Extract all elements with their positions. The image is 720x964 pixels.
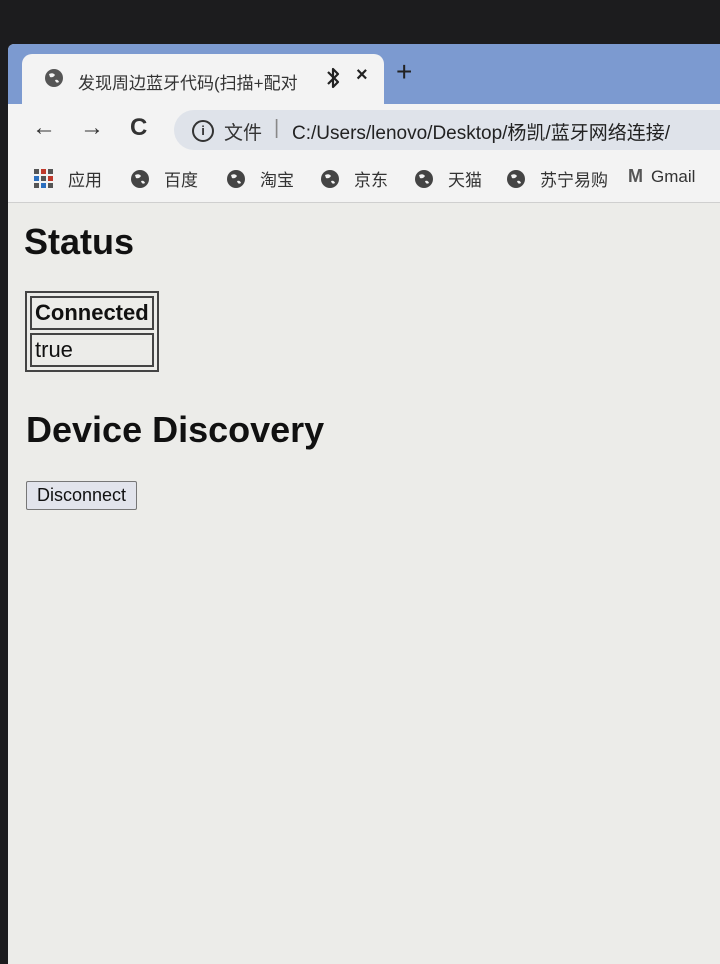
status-table: Connected true xyxy=(25,291,159,372)
bookmark-label: 淘宝 xyxy=(260,171,294,190)
bookmark-jd[interactable]: 京东 xyxy=(320,166,388,191)
info-icon[interactable]: i xyxy=(192,120,214,142)
page-content: Status Connected true Device Discovery D… xyxy=(8,203,720,964)
globe-icon xyxy=(131,169,149,188)
tab-close-icon[interactable]: × xyxy=(356,64,368,87)
bluetooth-icon xyxy=(327,67,340,89)
new-tab-button[interactable]: + xyxy=(396,58,412,86)
bookmark-tmall[interactable]: 天猫 xyxy=(414,166,482,191)
globe-icon xyxy=(507,169,525,188)
forward-button[interactable]: → xyxy=(80,114,104,142)
bookmark-apps[interactable]: 应用 xyxy=(34,166,102,191)
toolbar: ← → C i 文件 | C:/Users/lenovo/Desktop/杨凯/… xyxy=(8,104,720,156)
bookmarks-bar: 应用 百度 淘宝 京东 天猫 苏宁易购 M Gmail xyxy=(8,156,720,203)
globe-icon xyxy=(227,169,245,188)
globe-icon xyxy=(415,169,433,188)
scheme-label: 文件 xyxy=(224,123,263,144)
url-text[interactable]: C:/Users/lenovo/Desktop/杨凯/蓝牙网络连接/ xyxy=(292,118,670,145)
reload-button[interactable]: C xyxy=(130,114,147,142)
connected-header: Connected xyxy=(30,296,154,330)
globe-icon xyxy=(321,169,339,188)
browser-window: 发现周边蓝牙代码(扫描+配对 × + ← → C i 文件 | C:/Users… xyxy=(8,44,720,964)
address-bar[interactable]: i 文件 | C:/Users/lenovo/Desktop/杨凯/蓝牙网络连接… xyxy=(174,110,720,150)
apps-grid-icon xyxy=(34,168,54,189)
table-row: true xyxy=(30,333,154,367)
bookmark-label: 天猫 xyxy=(448,171,482,190)
bookmark-suning[interactable]: 苏宁易购 xyxy=(506,166,608,191)
bookmark-baidu[interactable]: 百度 xyxy=(130,166,198,191)
bookmark-label: 苏宁易购 xyxy=(540,171,608,190)
connected-value: true xyxy=(30,333,154,367)
bookmark-taobao[interactable]: 淘宝 xyxy=(226,166,294,191)
bookmark-label: Gmail xyxy=(651,166,696,186)
device-discovery-heading: Device Discovery xyxy=(26,409,325,450)
back-button[interactable]: ← xyxy=(32,114,56,142)
tab-title: 发现周边蓝牙代码(扫描+配对 xyxy=(78,74,298,93)
globe-icon xyxy=(45,69,63,87)
bookmark-label: 京东 xyxy=(354,171,388,190)
bookmark-label: 百度 xyxy=(164,171,198,190)
status-heading: Status xyxy=(24,221,135,262)
table-row: Connected xyxy=(30,296,154,330)
tab-active[interactable]: 发现周边蓝牙代码(扫描+配对 × xyxy=(22,54,384,104)
scheme-separator: | xyxy=(274,117,280,139)
tab-strip: 发现周边蓝牙代码(扫描+配对 × + xyxy=(8,44,720,104)
gmail-icon: M xyxy=(628,166,643,186)
bookmark-gmail[interactable]: M Gmail xyxy=(628,166,695,187)
disconnect-button[interactable]: Disconnect xyxy=(26,481,138,510)
bookmark-label: 应用 xyxy=(68,171,102,190)
